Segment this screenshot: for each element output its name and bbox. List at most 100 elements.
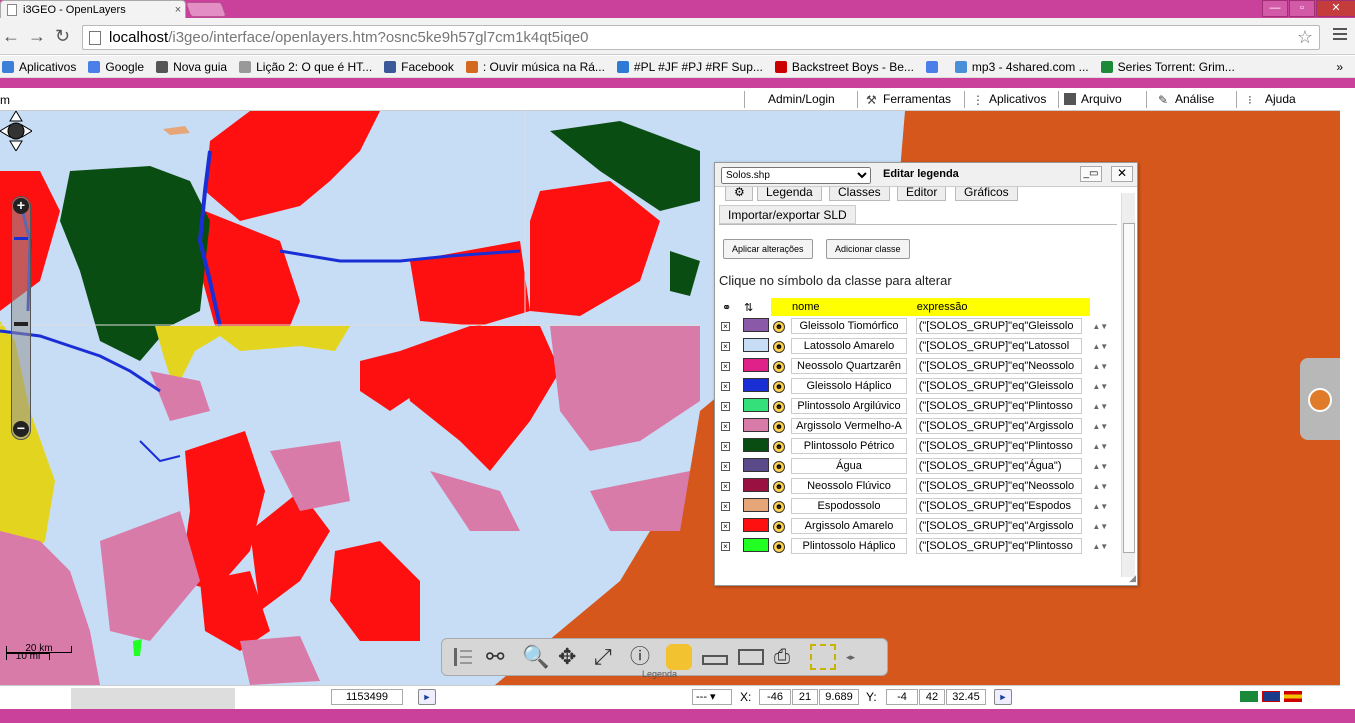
panel-toggle-icon[interactable]	[1308, 388, 1332, 412]
class-name-input[interactable]: Neossolo Quartzarên	[791, 358, 907, 374]
bookmark-item[interactable]: #PL #JF #PJ #RF Sup...	[616, 60, 763, 74]
move-class-arrows-icon[interactable]: ▲▼	[1092, 422, 1108, 431]
menu-analise[interactable]: ✎ Análise	[1158, 92, 1214, 107]
class-name-input[interactable]: Água	[791, 458, 907, 474]
delete-class-icon[interactable]: ×	[721, 342, 730, 351]
class-name-input[interactable]: Espodossolo	[791, 498, 907, 514]
basemap-thumbnail[interactable]	[71, 688, 153, 709]
y-seconds-input[interactable]: 32.45	[946, 689, 986, 705]
layers-list-icon[interactable]	[450, 644, 476, 670]
class-symbol-swatch[interactable]	[743, 537, 769, 552]
browser-menu-icon[interactable]	[1333, 28, 1347, 43]
class-expression-input[interactable]: ("[SOLOS_GRUP]"eq"Latossol	[915, 338, 1082, 354]
pan-arrows-icon[interactable]	[0, 111, 32, 151]
delete-class-icon[interactable]: ×	[721, 522, 730, 531]
apply-changes-button[interactable]: Aplicar alterações	[723, 239, 813, 259]
zoom-out-button[interactable]: −	[13, 421, 29, 437]
back-arrow-icon[interactable]: ←	[2, 26, 20, 47]
bookmark-item[interactable]: Google	[88, 60, 144, 74]
class-symbol-swatch[interactable]	[743, 477, 769, 492]
delete-class-icon[interactable]: ×	[721, 502, 730, 511]
resize-handle-icon[interactable]: ◢	[1129, 573, 1136, 584]
tab-close-icon[interactable]: ×	[171, 4, 185, 16]
pan-icon[interactable]: ✥	[558, 644, 584, 670]
class-expression-input[interactable]: ("[SOLOS_GRUP]"eq"Argissolo	[915, 518, 1082, 534]
menu-aplicativos[interactable]: ⋮ Aplicativos	[972, 92, 1046, 107]
class-expression-input[interactable]: ("[SOLOS_GRUP]"eq"Neossolo	[915, 478, 1082, 494]
window-scrollbar[interactable]	[1121, 193, 1135, 577]
address-bar[interactable]: localhost /i3geo/interface/openlayers.ht…	[82, 25, 1320, 50]
go-to-coords-icon[interactable]: ►	[994, 689, 1012, 705]
window-minimize-button[interactable]: _▭	[1080, 166, 1102, 182]
tab-sld[interactable]: Importar/exportar SLD	[719, 205, 856, 224]
bookmark-item[interactable]: : Ouvir música na Rá...	[465, 60, 605, 74]
x-degrees-input[interactable]: -46	[759, 689, 791, 705]
delete-class-icon[interactable]: ×	[721, 462, 730, 471]
tab-legenda[interactable]: Legenda	[757, 187, 822, 201]
minimize-button[interactable]: —	[1262, 0, 1288, 17]
class-symbol-swatch[interactable]	[743, 357, 769, 372]
delete-class-icon[interactable]: ×	[721, 422, 730, 431]
bookmark-item[interactable]: mp3 - 4shared.com ...	[954, 60, 1089, 74]
zoom-slider[interactable]: + −	[11, 196, 31, 440]
collapse-icon[interactable]: ◂▸	[846, 652, 855, 663]
zoom-in-button[interactable]: +	[13, 198, 29, 214]
bookmark-item[interactable]: Nova guia	[156, 60, 227, 74]
edit-symbol-icon[interactable]: ☻	[773, 440, 785, 453]
move-class-arrows-icon[interactable]: ▲▼	[1092, 462, 1108, 471]
y-minutes-input[interactable]: 42	[919, 689, 945, 705]
delete-class-icon[interactable]: ×	[721, 542, 730, 551]
bookmark-item[interactable]: Backstreet Boys - Be...	[774, 60, 914, 74]
class-symbol-swatch[interactable]	[743, 317, 769, 332]
delete-class-icon[interactable]: ×	[721, 382, 730, 391]
bookmark-star-icon[interactable]: ☆	[1297, 27, 1313, 48]
projection-select[interactable]: --- ▾	[692, 689, 732, 705]
move-class-arrows-icon[interactable]: ▲▼	[1092, 322, 1108, 331]
tab-tools[interactable]: ⚙	[725, 187, 753, 201]
move-class-arrows-icon[interactable]: ▲▼	[1092, 362, 1108, 371]
flag-spain-icon[interactable]	[1284, 691, 1302, 702]
edit-symbol-icon[interactable]: ☻	[773, 500, 785, 513]
flag-brazil-icon[interactable]	[1240, 691, 1258, 702]
class-expression-input[interactable]: ("[SOLOS_GRUP]"eq"Plintosso	[915, 538, 1082, 554]
edit-symbol-icon[interactable]: ☻	[773, 400, 785, 413]
class-symbol-swatch[interactable]	[743, 417, 769, 432]
tab-classes[interactable]: Classes	[829, 187, 890, 201]
tab-editor[interactable]: Editor	[897, 187, 947, 201]
edit-symbol-icon[interactable]: ☻	[773, 380, 785, 393]
new-tab-button[interactable]	[185, 2, 227, 17]
delete-class-icon[interactable]: ×	[721, 362, 730, 371]
y-degrees-input[interactable]: -4	[886, 689, 918, 705]
class-symbol-swatch[interactable]	[743, 497, 769, 512]
menu-admin-login[interactable]: Admin/Login	[768, 92, 835, 106]
class-name-input[interactable]: Plintossolo Argilúvico	[791, 398, 907, 414]
zoom-in-icon[interactable]: 🔍	[522, 644, 549, 670]
bookmark-item[interactable]: Lição 2: O que é HT...	[239, 60, 372, 74]
move-class-arrows-icon[interactable]: ▲▼	[1092, 482, 1108, 491]
class-expression-input[interactable]: ("[SOLOS_GRUP]"eq"Gleissolo	[915, 378, 1082, 394]
flag-uk-icon[interactable]	[1262, 691, 1280, 702]
print-icon[interactable]: ⎙	[774, 644, 800, 670]
class-name-input[interactable]: Plintossolo Pétrico	[791, 438, 907, 454]
sort-icon[interactable]: ⇅	[744, 302, 753, 314]
zoom-handle[interactable]	[14, 322, 28, 326]
layer-select[interactable]: Solos.shp	[721, 167, 871, 184]
menu-arquivo[interactable]: Arquivo	[1064, 92, 1122, 106]
class-expression-input[interactable]: ("[SOLOS_GRUP]"eq"Argissolo	[915, 418, 1082, 434]
bookmark-item[interactable]	[925, 60, 943, 73]
class-name-input[interactable]: Gleissolo Háplico	[791, 378, 907, 394]
move-class-arrows-icon[interactable]: ▲▼	[1092, 402, 1108, 411]
class-name-input[interactable]: Plintossolo Háplico	[791, 538, 907, 554]
move-class-arrows-icon[interactable]: ▲▼	[1092, 502, 1108, 511]
delete-class-icon[interactable]: ×	[721, 322, 730, 331]
bookmark-item[interactable]: Aplicativos	[2, 60, 76, 74]
move-class-arrows-icon[interactable]: ▲▼	[1092, 522, 1108, 531]
delete-class-icon[interactable]: ×	[721, 442, 730, 451]
class-name-input[interactable]: Argissolo Vermelho-A	[791, 418, 907, 434]
x-seconds-input[interactable]: 9.689	[819, 689, 859, 705]
class-symbol-swatch[interactable]	[743, 437, 769, 452]
window-close-button[interactable]: ✕	[1111, 166, 1133, 182]
edit-symbol-icon[interactable]: ☻	[773, 460, 785, 473]
bookmark-item[interactable]: Series Torrent: Grim...	[1100, 60, 1235, 74]
tooltip-icon[interactable]	[666, 644, 692, 670]
